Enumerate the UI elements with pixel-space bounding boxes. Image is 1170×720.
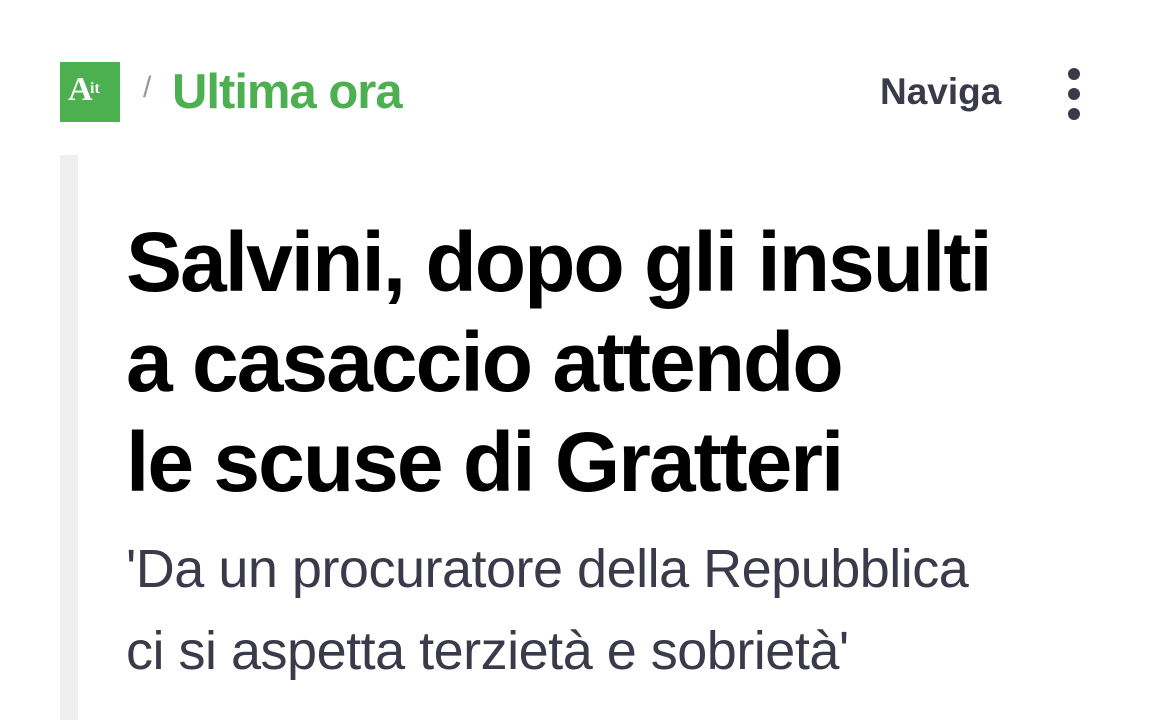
- headline-line: Salvini, dopo gli insulti: [126, 215, 993, 309]
- ellipsis-dot: [1068, 88, 1080, 100]
- site-header: A it / Ultima ora Naviga: [0, 0, 1170, 150]
- article-subtitle: 'Da un procuratore della Repubblica ci s…: [126, 528, 1156, 692]
- site-logo[interactable]: A it: [60, 62, 120, 122]
- headline-line: a casaccio attendo: [126, 315, 844, 409]
- naviga-link[interactable]: Naviga: [880, 68, 1001, 116]
- logo-letter: A: [68, 71, 93, 108]
- section-title-link[interactable]: Ultima ora: [172, 62, 403, 122]
- ellipsis-dot: [1068, 68, 1080, 80]
- more-options-button[interactable]: [1050, 62, 1098, 126]
- subtitle-line: ci si aspetta terzietà e sobrietà': [126, 621, 849, 681]
- logo-suffix: it: [90, 80, 100, 97]
- ellipsis-dot: [1068, 108, 1080, 120]
- headline-line: le scuse di Gratteri: [126, 415, 844, 509]
- breadcrumb-separator: /: [143, 71, 152, 104]
- article-accent-bar: [60, 155, 78, 720]
- article-headline[interactable]: Salvini, dopo gli insulti a casaccio att…: [126, 212, 1146, 512]
- subtitle-line: 'Da un procuratore della Repubblica: [126, 539, 969, 599]
